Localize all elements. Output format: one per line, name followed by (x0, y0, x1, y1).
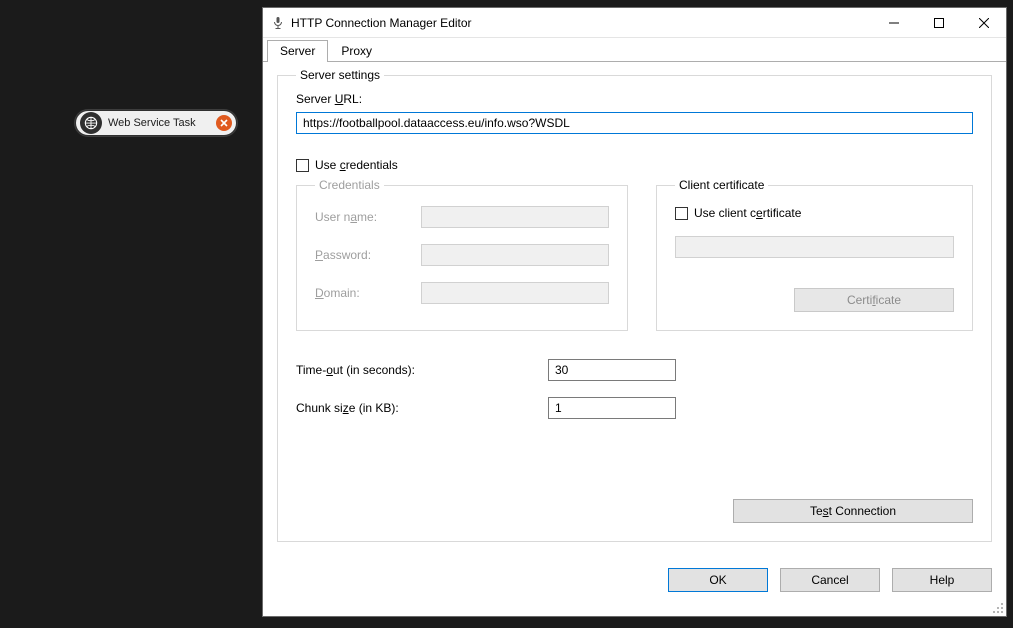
username-label: User name: (315, 210, 377, 224)
domain-input (421, 282, 609, 304)
timeout-input[interactable] (548, 359, 676, 381)
help-button[interactable]: Help (892, 568, 992, 592)
chunk-input[interactable] (548, 397, 676, 419)
checkbox-icon (296, 159, 309, 172)
credentials-legend: Credentials (315, 178, 384, 192)
tab-proxy[interactable]: Proxy (328, 40, 385, 62)
app-icon (271, 16, 285, 30)
error-icon (216, 115, 232, 131)
use-client-cert-label: Use client certificate (694, 206, 801, 220)
chunk-label: Chunk size (in KB): (296, 401, 536, 415)
titlebar[interactable]: HTTP Connection Manager Editor (263, 8, 1006, 38)
web-service-task-node[interactable]: Web Service Task (75, 110, 237, 136)
server-settings-group: Server settings Server URL: Use credenti… (277, 68, 992, 542)
test-connection-button[interactable]: Test Connection (733, 499, 973, 523)
credentials-group: Credentials User name: Password: Domain: (296, 178, 628, 331)
globe-icon (80, 112, 102, 134)
task-node-label: Web Service Task (108, 117, 196, 129)
resize-grip-icon[interactable] (991, 601, 1004, 614)
client-certificate-group: Client certificate Use client certificat… (656, 178, 973, 331)
minimize-button[interactable] (871, 8, 916, 37)
cancel-button[interactable]: Cancel (780, 568, 880, 592)
password-input (421, 244, 609, 266)
timeout-label: Time-out (in seconds): (296, 363, 536, 377)
domain-label: Domain: (315, 286, 360, 300)
certificate-button: Certificate (794, 288, 954, 312)
username-input (421, 206, 609, 228)
tab-server[interactable]: Server (267, 40, 328, 62)
maximize-button[interactable] (916, 8, 961, 37)
password-label: Password: (315, 248, 371, 262)
client-cert-input (675, 236, 954, 258)
ok-button[interactable]: OK (668, 568, 768, 592)
client-certificate-legend: Client certificate (675, 178, 768, 192)
http-connection-manager-dialog: HTTP Connection Manager Editor Server Pr… (262, 7, 1007, 617)
use-credentials-checkbox[interactable]: Use credentials (296, 158, 973, 172)
server-url-label: Server URL: (296, 92, 973, 106)
close-button[interactable] (961, 8, 1006, 37)
server-settings-legend: Server settings (296, 68, 384, 82)
dialog-buttons: OK Cancel Help (654, 568, 1006, 592)
tabstrip: Server Proxy (263, 38, 1006, 62)
dialog-title: HTTP Connection Manager Editor (291, 16, 472, 30)
server-url-input[interactable] (296, 112, 973, 134)
use-credentials-label: Use credentials (315, 158, 398, 172)
use-client-cert-checkbox[interactable]: Use client certificate (675, 206, 954, 220)
checkbox-icon (675, 207, 688, 220)
